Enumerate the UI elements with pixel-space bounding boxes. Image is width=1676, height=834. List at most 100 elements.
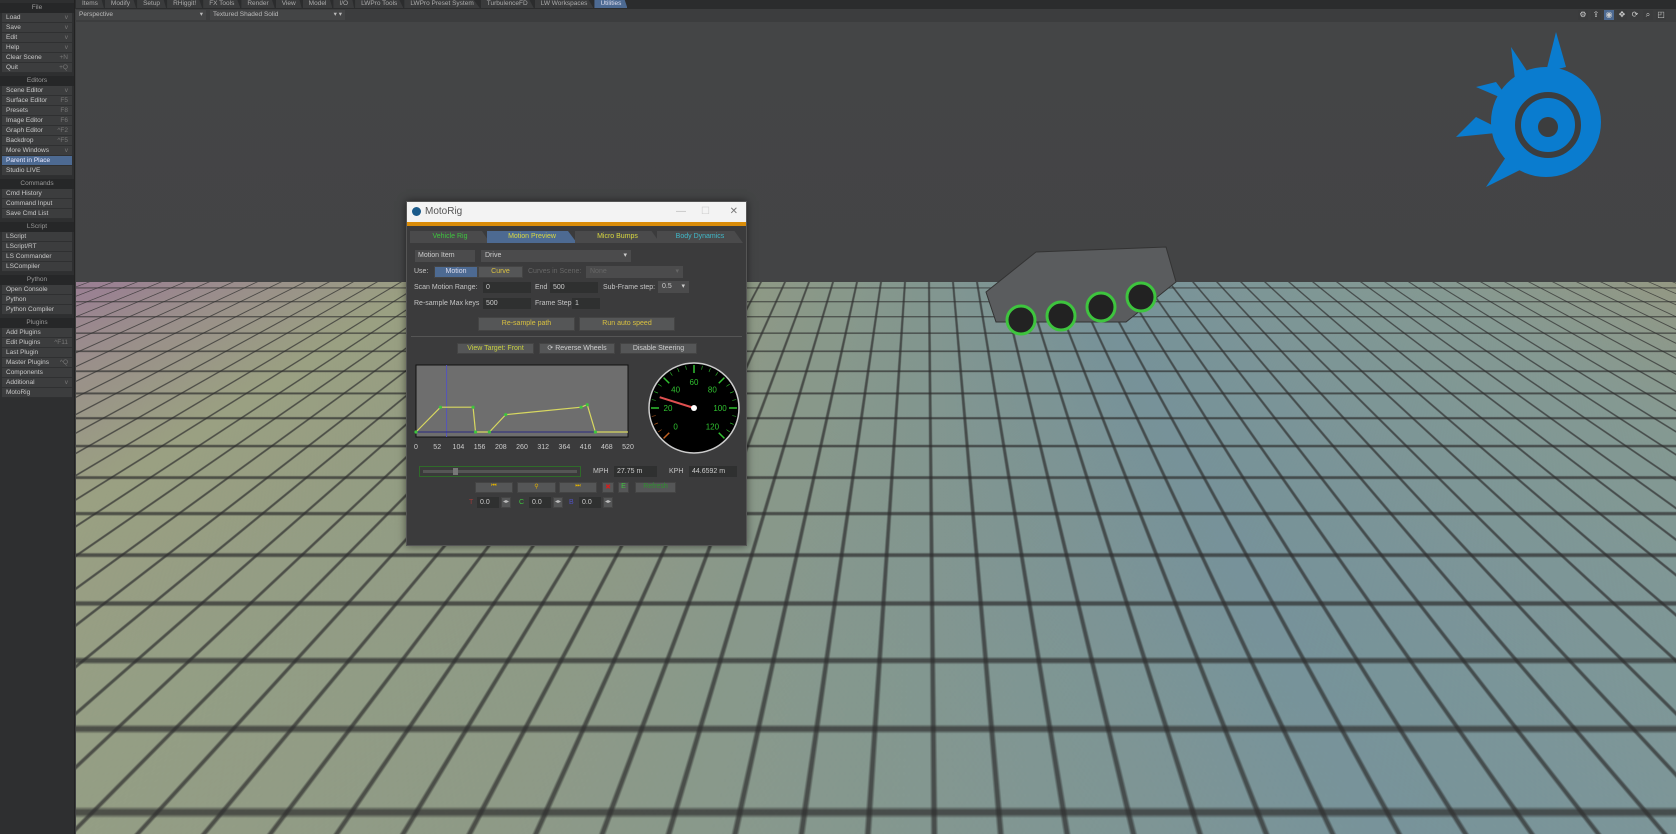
menu-tab-lw-workspaces[interactable]: LW Workspaces (535, 0, 594, 8)
sidebar-item-load[interactable]: Load v (2, 13, 72, 23)
move-icon[interactable]: ✥ (1617, 10, 1627, 20)
tab-micro-bumps[interactable]: Micro Bumps (575, 231, 660, 243)
sidebar-item-save[interactable]: Save v (2, 23, 72, 33)
curves-in-scene-select[interactable]: None ▾ (586, 266, 683, 278)
menu-tab-rhiggit-[interactable]: RHiggit! (167, 0, 202, 8)
key-button[interactable]: ⚲ (517, 482, 556, 493)
curve-key-point[interactable] (439, 406, 442, 409)
tension-stepper[interactable]: ◂▸ (501, 497, 511, 508)
frame-step-input[interactable]: 1 (572, 298, 600, 309)
delete-icon[interactable]: ✖ (602, 482, 614, 493)
continuity-input[interactable]: 0.0 (529, 497, 551, 508)
sidebar-item-quit[interactable]: Quit +Q (2, 63, 72, 73)
menu-tab-utilities[interactable]: Utilities (594, 0, 627, 8)
sidebar-item-command-input[interactable]: Command Input (2, 199, 72, 209)
disable-steering-button[interactable]: Disable Steering (620, 343, 697, 354)
menu-tab-lwpro-tools[interactable]: LWPro Tools (355, 0, 403, 8)
curve-key-point[interactable] (586, 403, 589, 406)
sidebar-item-clear-scene[interactable]: Clear Scene +N (2, 53, 72, 63)
curve-key-point[interactable] (580, 406, 583, 409)
sidebar-item-lscript-rt[interactable]: LScript/RT (2, 242, 72, 252)
view-mode-select[interactable]: Perspective ▾ (76, 10, 206, 20)
sidebar-item-motorig[interactable]: MotoRig (2, 388, 72, 398)
motion-item-select[interactable]: Drive ▾ (481, 250, 631, 262)
refresh-button[interactable]: Refresh (635, 482, 676, 493)
reverse-wheels-button[interactable]: ⟳ Reverse Wheels (539, 343, 615, 354)
slider-thumb[interactable] (453, 468, 458, 475)
tab-vehicle-rig[interactable]: Vehicle Rig (410, 231, 490, 243)
use-curve-button[interactable]: Curve (478, 266, 523, 278)
sidebar-item-python[interactable]: Python (2, 295, 72, 305)
zoom-icon[interactable]: ⌕ (1643, 10, 1653, 20)
menu-tab-render[interactable]: Render (241, 0, 274, 8)
menu-tab-model[interactable]: Model (303, 0, 333, 8)
resample-input[interactable]: 500 (483, 298, 531, 309)
menu-tab-fx-tools[interactable]: FX Tools (203, 0, 240, 8)
sidebar-item-ls-commander[interactable]: LS Commander (2, 252, 72, 262)
menu-tab-lwpro-preset-system[interactable]: LWPro Preset System (404, 0, 479, 8)
vehicle-model[interactable] (966, 232, 1196, 352)
dialog-titlebar[interactable]: MotoRig — ☐ ✕ (407, 202, 746, 222)
close-button[interactable]: ✕ (730, 202, 738, 222)
menu-tab-i-o[interactable]: I/O (333, 0, 354, 8)
scan-end-input[interactable]: 500 (550, 282, 598, 293)
e-button[interactable]: E (618, 482, 629, 493)
speed-graph[interactable]: 0 52 104 156 208 260 312 364 416 468 520 (414, 363, 644, 458)
sidebar-item-surface-editor[interactable]: Surface Editor F5 (2, 96, 72, 106)
rewind-key-button[interactable]: ⏮ (475, 482, 513, 493)
curve-key-point[interactable] (594, 430, 597, 433)
sidebar-item-lscript[interactable]: LScript (2, 232, 72, 242)
sidebar-item-edit-plugins[interactable]: Edit Plugins ^F11 (2, 338, 72, 348)
resample-path-button[interactable]: Re-sample path (478, 317, 575, 331)
sidebar-item-add-plugins[interactable]: Add Plugins (2, 328, 72, 338)
frame-slider[interactable] (419, 466, 581, 477)
use-motion-button[interactable]: Motion (434, 266, 478, 278)
curve-key-point[interactable] (474, 430, 477, 433)
sidebar-item-last-plugin[interactable]: Last Plugin (2, 348, 72, 358)
sidebar-item-lscompiler[interactable]: LSCompiler (2, 262, 72, 272)
sidebar-item-backdrop[interactable]: Backdrop ^F5 (2, 136, 72, 146)
menu-tab-turbulencefd[interactable]: TurbulenceFD (481, 0, 534, 8)
forward-key-button[interactable]: ⏭ (559, 482, 597, 493)
menu-tab-setup[interactable]: Setup (137, 0, 166, 8)
tab-body-dynamics[interactable]: Body Dynamics (657, 231, 743, 243)
sidebar-item-save-cmd-list[interactable]: Save Cmd List (2, 209, 72, 219)
sidebar-item-more-windows[interactable]: More Windows v (2, 146, 72, 156)
maximize-icon[interactable]: ◰ (1656, 10, 1666, 20)
sidebar-item-parent-in-place[interactable]: Parent in Place (2, 156, 72, 166)
menu-tab-modify[interactable]: Modify (105, 0, 136, 8)
bias-input[interactable]: 0.0 (579, 497, 601, 508)
sidebar-item-master-plugins[interactable]: Master Plugins ^Q (2, 358, 72, 368)
scan-start-input[interactable]: 0 (483, 282, 531, 293)
tab-motion-preview[interactable]: Motion Preview (487, 231, 577, 243)
bias-stepper[interactable]: ◂▸ (603, 497, 613, 508)
tension-input[interactable]: 0.0 (477, 497, 499, 508)
render-mode-select[interactable]: Textured Shaded Solid ▾ ▾ (210, 10, 345, 20)
sidebar-item-additional[interactable]: Additional v (2, 378, 72, 388)
minimize-button[interactable]: — (676, 202, 686, 222)
3d-viewport[interactable] (76, 22, 1676, 834)
sidebar-item-components[interactable]: Components (2, 368, 72, 378)
sidebar-item-studio-live[interactable]: Studio LIVE (2, 166, 72, 176)
sidebar-item-edit[interactable]: Edit v (2, 33, 72, 43)
sidebar-item-help[interactable]: Help v (2, 43, 72, 53)
sidebar-item-python-compiler[interactable]: Python Compiler (2, 305, 72, 315)
curve-key-point[interactable] (471, 406, 474, 409)
curve-key-point[interactable] (504, 413, 507, 416)
rotate-icon[interactable]: ⟳ (1630, 10, 1640, 20)
subframe-select[interactable]: 0.5 ▾ (658, 281, 689, 293)
sidebar-item-presets[interactable]: Presets F8 (2, 106, 72, 116)
run-auto-speed-button[interactable]: Run auto speed (579, 317, 675, 331)
sidebar-item-open-console[interactable]: Open Console (2, 285, 72, 295)
display-icon[interactable]: ◉ (1604, 10, 1614, 20)
gear-icon[interactable]: ⚙ (1578, 10, 1588, 20)
menu-tab-view[interactable]: View (276, 0, 302, 8)
sidebar-item-scene-editor[interactable]: Scene Editor v (2, 86, 72, 96)
menu-tab-items[interactable]: Items (76, 0, 104, 8)
maximize-button[interactable]: ☐ (701, 202, 710, 222)
curve-key-point[interactable] (414, 430, 417, 433)
sidebar-item-cmd-history[interactable]: Cmd History (2, 189, 72, 199)
export-icon[interactable]: ⇪ (1591, 10, 1601, 20)
sidebar-item-graph-editor[interactable]: Graph Editor ^F2 (2, 126, 72, 136)
continuity-stepper[interactable]: ◂▸ (553, 497, 563, 508)
